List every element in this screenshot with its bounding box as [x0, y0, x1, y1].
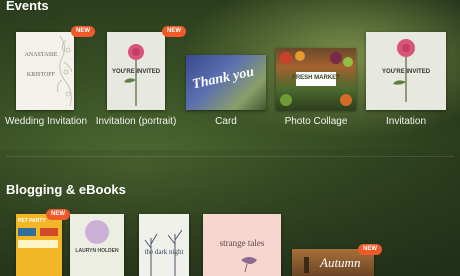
strange-tales-heading: strange tales: [219, 238, 265, 248]
invitation-heading: YOU'RE INVITED: [381, 69, 431, 75]
wedding-invitation-name-1: ANASTASIE: [24, 52, 58, 58]
wedding-invitation-thumbnail: ANASTASIE KRISTOFF: [16, 32, 74, 110]
new-badge: NEW: [46, 209, 70, 220]
section-divider: [6, 156, 454, 157]
section-title-blogging-ebooks: Blogging & eBooks: [6, 182, 126, 197]
invitation-thumbnail: YOU'RE INVITED: [366, 32, 446, 110]
invitation-portrait-heading: YOU'RE INVITED: [111, 69, 161, 75]
new-badge: NEW: [162, 26, 186, 37]
dark-night-heading: the dark night: [144, 248, 184, 256]
bare-tree-icon: [144, 229, 183, 276]
template-label: Invitation (portrait): [95, 116, 177, 127]
autumn-heading: Autumn: [320, 255, 361, 270]
new-badge: NEW: [71, 26, 95, 37]
card-heading: Thank you: [191, 64, 256, 93]
portrait-circle-icon: [85, 220, 109, 244]
strange-tales-thumbnail: strange tales: [203, 214, 281, 276]
floral-pattern-icon: [57, 35, 73, 107]
photo-collage-thumbnail: FRESH MARKET: [276, 48, 356, 110]
pet-party-heading: PET PARTY: [18, 218, 46, 224]
invitation-portrait-thumbnail: YOU'RE INVITED: [107, 32, 165, 110]
template-label: Invitation: [385, 116, 427, 127]
lauryn-holden-thumbnail: LAURYN HOLDEN: [70, 214, 124, 276]
pet-party-thumbnail: PET PARTY: [16, 214, 62, 276]
template-label: Photo Collage: [284, 116, 348, 127]
dark-night-thumbnail: the dark night: [139, 214, 189, 276]
figure-icon: [304, 257, 309, 273]
wedding-invitation-name-2: KRISTOFF: [26, 72, 56, 78]
lauryn-holden-heading: LAURYN HOLDEN: [75, 248, 119, 254]
section-title-events: Events: [6, 0, 49, 13]
template-label: Wedding Invitation: [4, 116, 88, 127]
new-badge: NEW: [358, 244, 382, 255]
photo-collage-heading: FRESH MARKET: [292, 75, 340, 81]
card-thumbnail: Thank you: [186, 55, 266, 110]
template-label: Card: [215, 116, 237, 127]
